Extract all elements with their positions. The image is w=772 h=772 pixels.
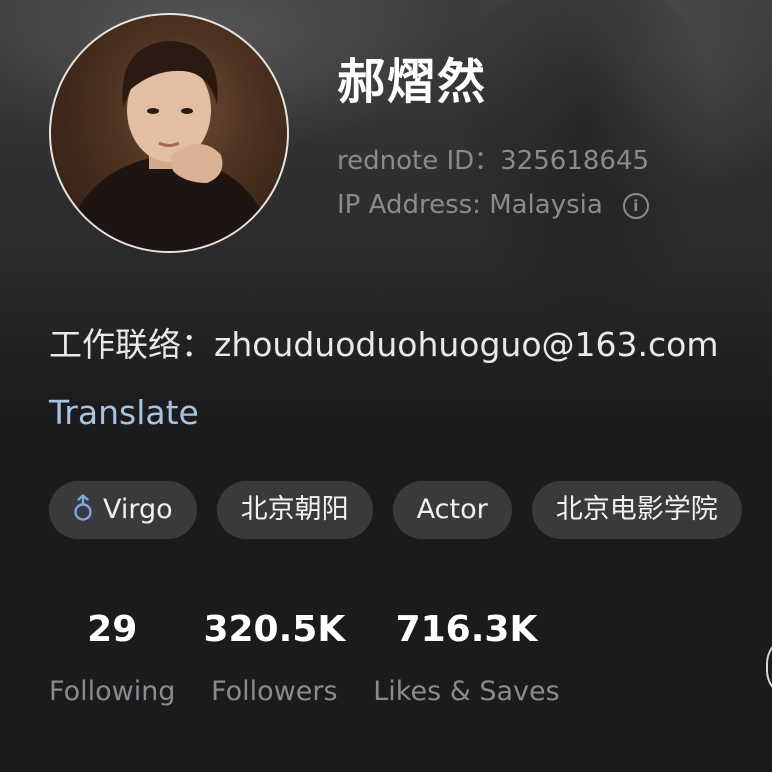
tag-list: Virgo 北京朝阳 Actor 北京电影学院 [49,481,762,539]
tag-label: Actor [416,494,488,525]
stat-label: Following [49,676,176,707]
tag-zodiac[interactable]: Virgo [49,481,197,539]
tag-label: 北京电影学院 [555,494,718,525]
ip-address-line: IP Address: Malaysia i [337,190,649,220]
stat-value: 320.5K [203,609,346,650]
stat-followers[interactable]: 320.5K Followers [203,606,345,707]
stat-following[interactable]: 29 Following [49,606,175,707]
tag-location[interactable]: 北京朝阳 [216,481,373,539]
ip-address-label: IP Address: [337,190,481,220]
profile-name: 郝熠然 [337,54,488,110]
rednote-id-label: rednote ID： [337,146,501,176]
stat-value: 716.3K [395,609,538,650]
edge-action-button[interactable] [766,634,772,700]
avatar[interactable] [49,13,289,253]
rednote-id-value[interactable]: 325618645 [500,146,649,176]
male-symbol-icon [73,485,93,543]
stat-label: Likes & Saves [373,676,560,707]
stat-likes-saves[interactable]: 716.3K Likes & Saves [373,606,559,707]
profile-page: 郝熠然 rednote ID：325618645 IP Address: Mal… [0,0,772,772]
bio-text: 工作联络：zhouduoduohuoguo@163.com [49,325,719,364]
stat-label: Followers [211,676,338,707]
info-icon[interactable]: i [622,193,649,219]
tag-label: 北京朝阳 [240,494,349,525]
stats-row: 29 Following 320.5K Followers 716.3K Lik… [49,606,560,707]
ip-address-value: Malaysia [489,190,603,220]
tag-label: Virgo [103,494,173,525]
avatar-portrait [61,41,277,251]
tag-profession[interactable]: Actor [392,481,512,539]
stat-value: 29 [87,609,138,650]
tag-school[interactable]: 北京电影学院 [531,481,742,539]
translate-link[interactable]: Translate [49,393,199,432]
rednote-id-line: rednote ID：325618645 [337,140,649,177]
